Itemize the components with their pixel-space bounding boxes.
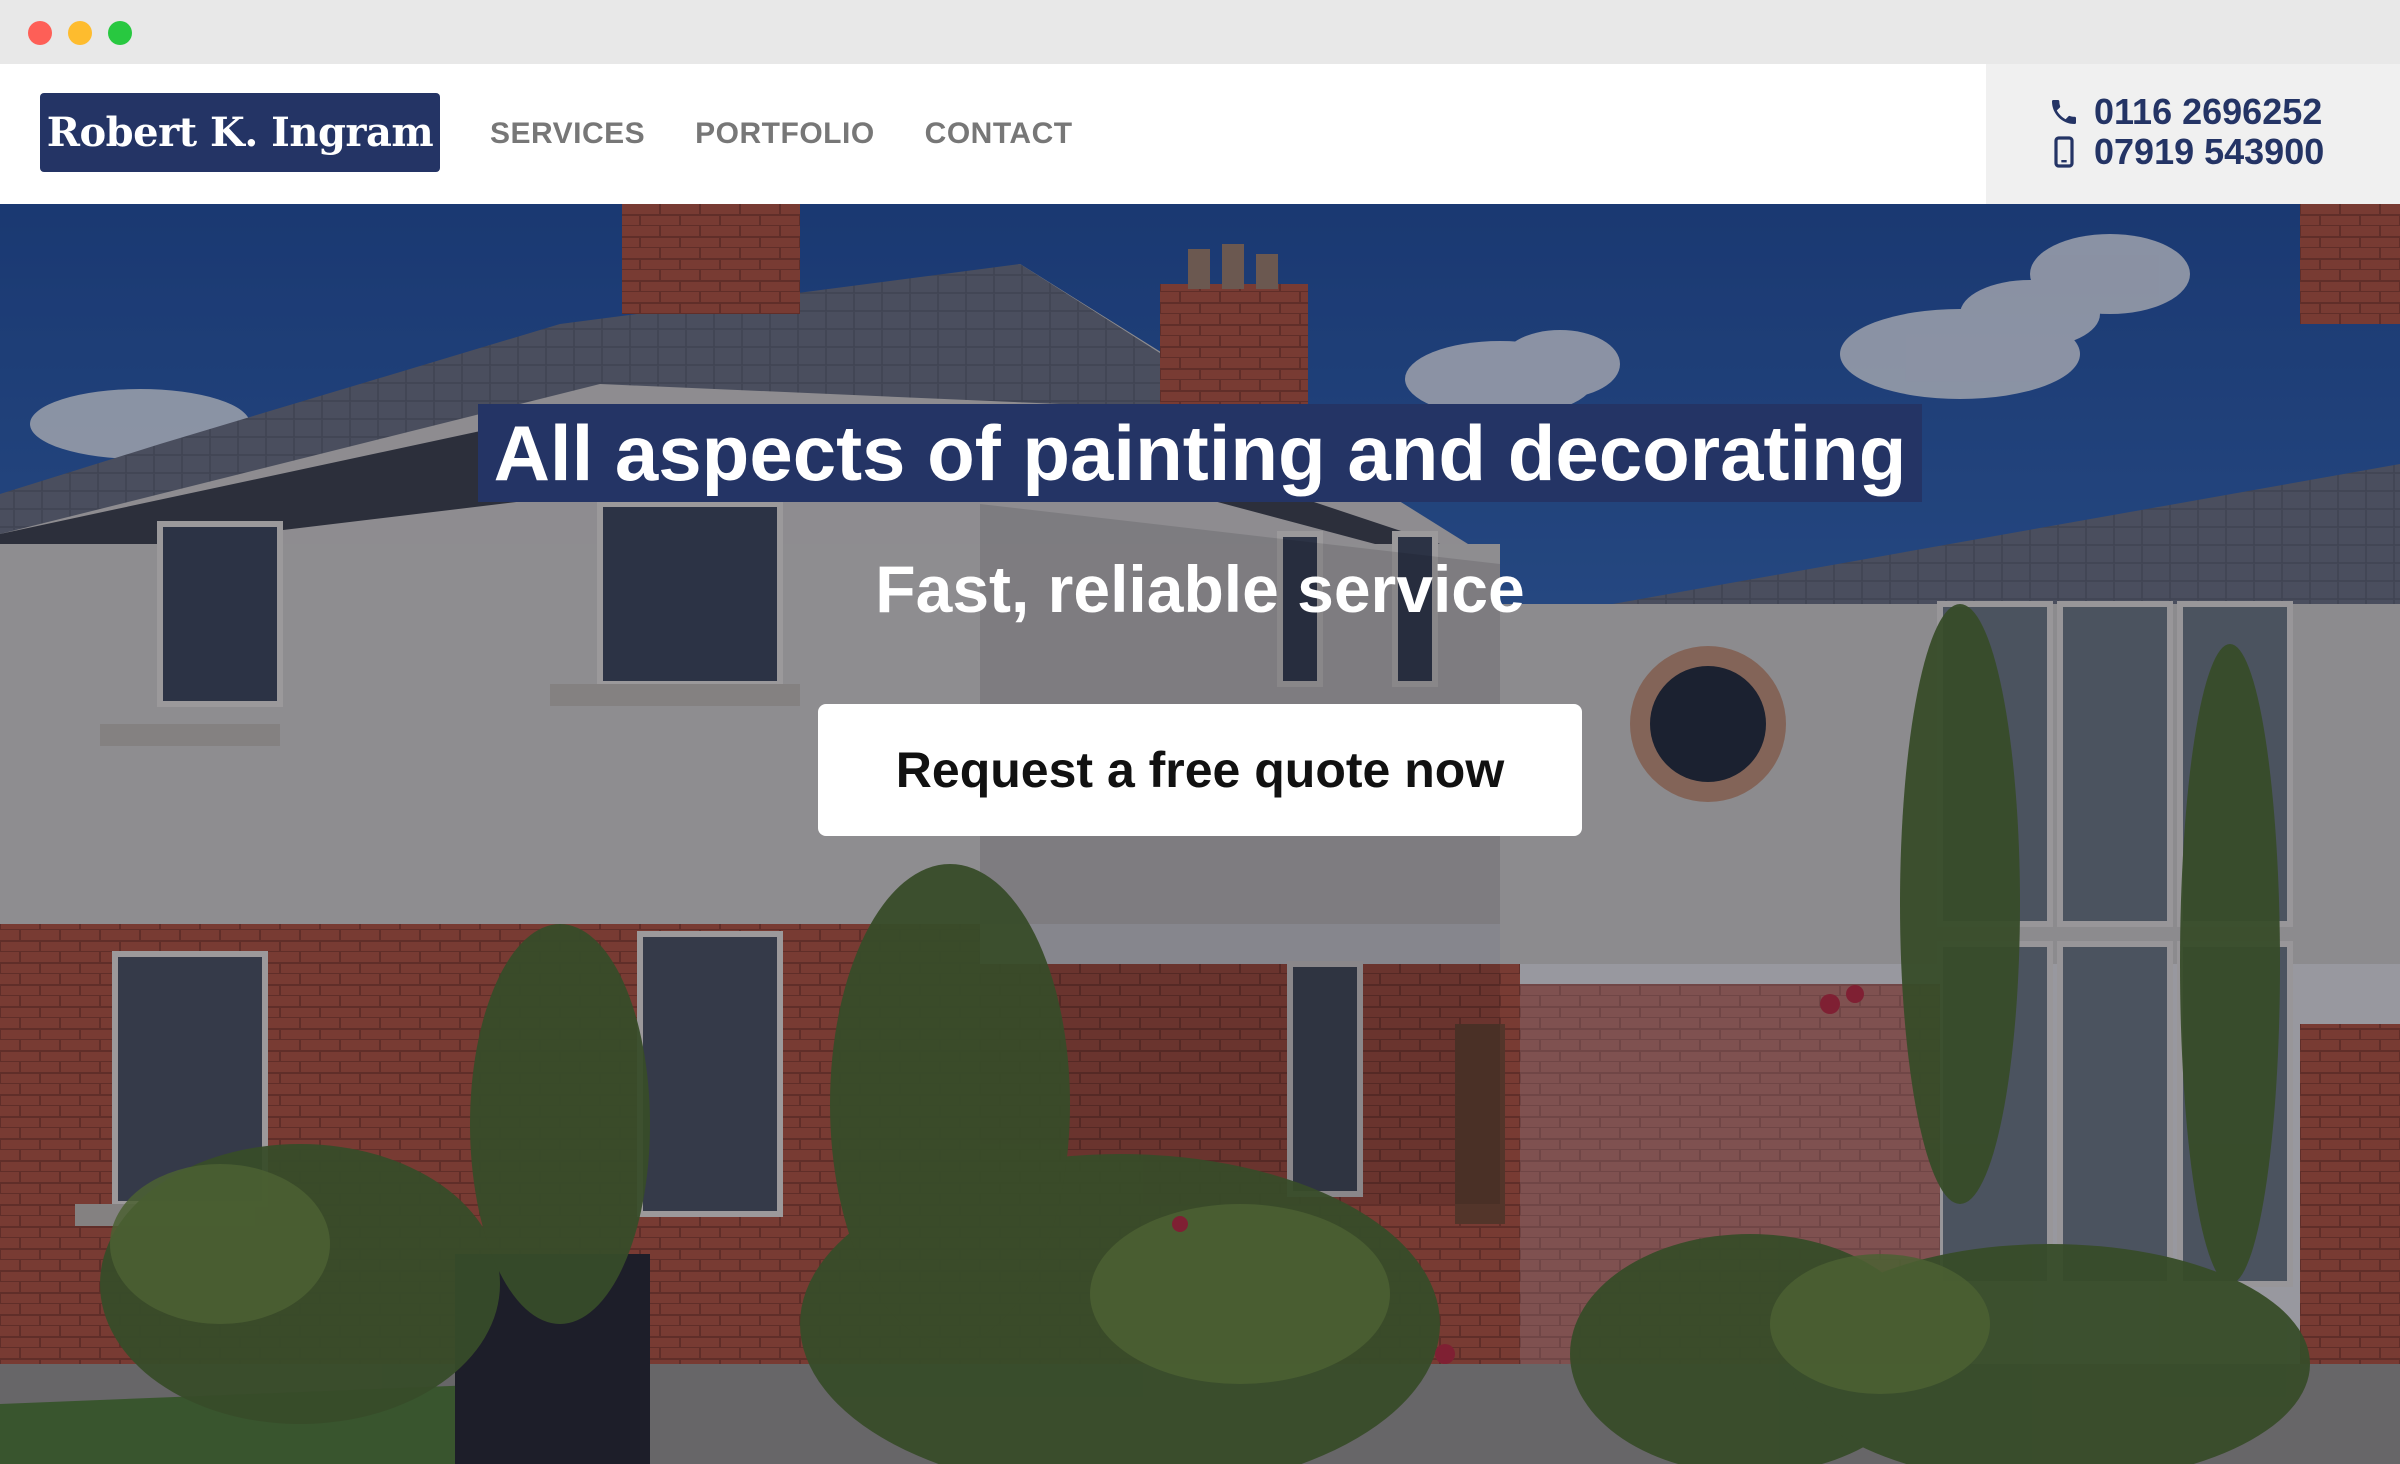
- close-window-button[interactable]: [28, 21, 52, 45]
- phone-icon: [2052, 100, 2076, 124]
- mobile-row[interactable]: 07919 543900: [2048, 131, 2325, 172]
- main-nav: SERVICES PORTFOLIO CONTACT: [490, 114, 1073, 154]
- nav-portfolio[interactable]: PORTFOLIO: [695, 114, 875, 154]
- mobile-icon: [2054, 136, 2074, 168]
- site-header: Robert K. Ingram SERVICES PORTFOLIO CONT…: [0, 64, 2400, 204]
- nav-services[interactable]: SERVICES: [490, 114, 645, 154]
- maximize-window-button[interactable]: [108, 21, 132, 45]
- hero-headline: All aspects of painting and decorating: [477, 404, 1923, 502]
- landline-row[interactable]: 0116 2696252: [2048, 91, 2323, 132]
- landline-number: 0116 2696252: [2094, 91, 2323, 132]
- nav-contact[interactable]: CONTACT: [925, 114, 1073, 154]
- hero-section: All aspects of painting and decorating F…: [0, 204, 2400, 1464]
- browser-window: Robert K. Ingram SERVICES PORTFOLIO CONT…: [0, 0, 2400, 1464]
- hero-subheadline: Fast, reliable service: [875, 552, 1525, 626]
- minimize-window-button[interactable]: [68, 21, 92, 45]
- headline-wrapper: All aspects of painting and decorating: [0, 404, 2400, 502]
- mobile-number: 07919 543900: [2094, 131, 2325, 172]
- window-titlebar: [0, 0, 2400, 64]
- site-logo[interactable]: Robert K. Ingram: [40, 93, 440, 172]
- request-quote-button[interactable]: Request a free quote now: [818, 704, 1582, 836]
- phone-contact-panel: 0116 2696252 07919 543900: [1986, 64, 2400, 204]
